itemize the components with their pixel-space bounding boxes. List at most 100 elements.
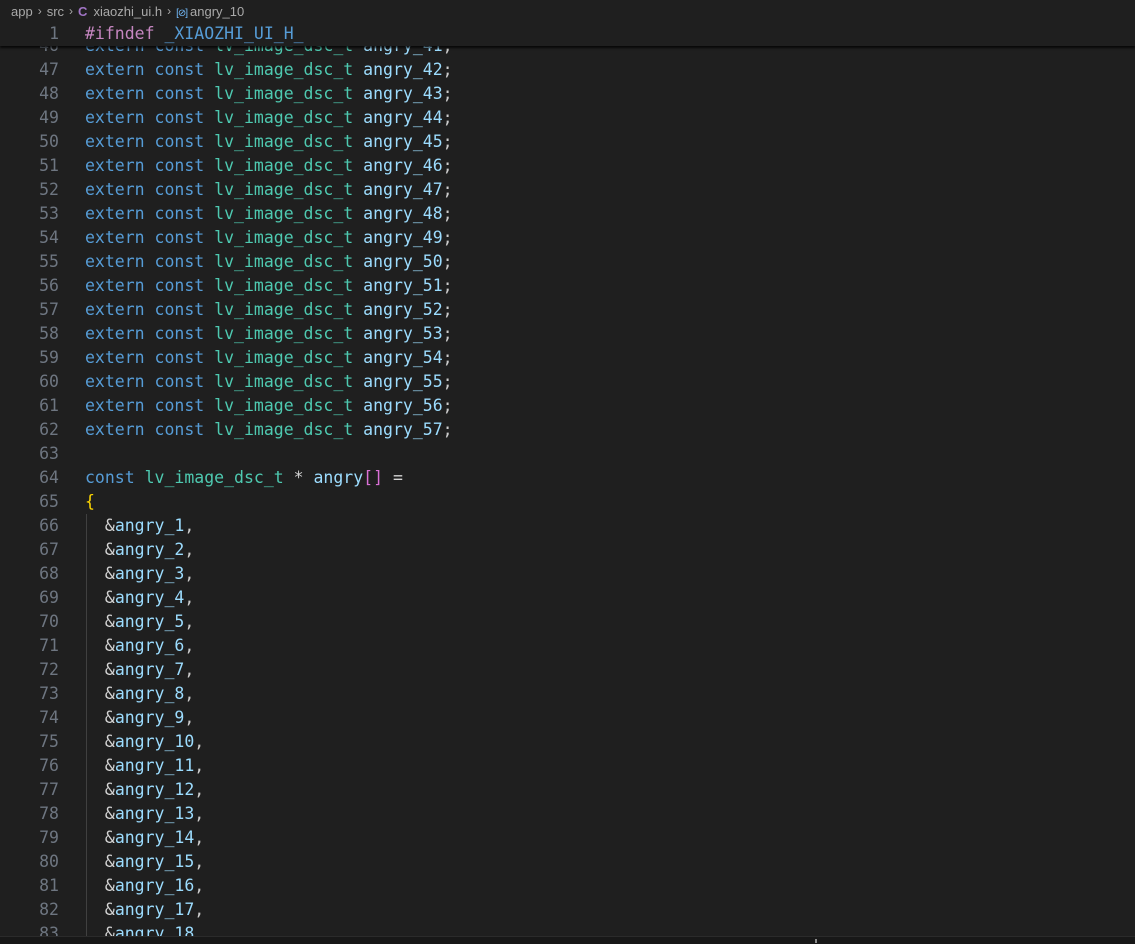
code-token: _XIAOZHI_UI_H_ bbox=[164, 24, 304, 43]
code-token: const bbox=[154, 324, 205, 343]
code-token: , bbox=[194, 876, 205, 895]
code-line[interactable]: 55 extern const lv_image_dsc_t angry_50; bbox=[0, 250, 1135, 274]
breadcrumb-item-angry-10[interactable]: [⊘] angry_10 bbox=[176, 4, 244, 19]
line-number: 69 bbox=[39, 588, 59, 607]
code-token: lv_image_dsc_t bbox=[214, 396, 354, 415]
code-token: angry_8 bbox=[114, 684, 185, 703]
sticky-scroll-header[interactable]: 1 #ifndef _XIAOZHI_UI_H_ bbox=[0, 22, 1135, 46]
line-number: 80 bbox=[39, 852, 59, 871]
code-token: angry_18 bbox=[114, 924, 195, 936]
line-number: 81 bbox=[39, 876, 59, 895]
code-line[interactable]: 58 extern const lv_image_dsc_t angry_53; bbox=[0, 322, 1135, 346]
code-line[interactable]: 75 &angry_10, bbox=[0, 730, 1135, 754]
code-line[interactable]: 52 extern const lv_image_dsc_t angry_47; bbox=[0, 178, 1135, 202]
code-line[interactable]: 63 bbox=[0, 442, 1135, 466]
code-line[interactable]: 66 &angry_1, bbox=[0, 514, 1135, 538]
breadcrumb-separator-chevron-icon: › bbox=[37, 4, 42, 18]
code-token: const bbox=[154, 276, 205, 295]
code-line[interactable]: 67 &angry_2, bbox=[0, 538, 1135, 562]
code-token: angry_55 bbox=[363, 372, 443, 391]
code-line[interactable]: 76 &angry_11, bbox=[0, 754, 1135, 778]
code-line[interactable]: 69 &angry_4, bbox=[0, 586, 1135, 610]
code-line[interactable]: 79 &angry_14, bbox=[0, 826, 1135, 850]
code-token: , bbox=[194, 780, 205, 799]
code-token: lv_image_dsc_t bbox=[214, 348, 354, 367]
code-text: extern const lv_image_dsc_t angry_56; bbox=[85, 394, 453, 418]
code-editor[interactable]: 46extern const lv_image_dsc_t angry_41;4… bbox=[0, 22, 1135, 936]
code-text: extern const lv_image_dsc_t angry_57; bbox=[85, 418, 453, 442]
code-line[interactable]: 57 extern const lv_image_dsc_t angry_52; bbox=[0, 298, 1135, 322]
code-token: lv_image_dsc_t bbox=[214, 204, 354, 223]
code-token: & bbox=[85, 924, 115, 936]
code-line[interactable]: 56 extern const lv_image_dsc_t angry_51; bbox=[0, 274, 1135, 298]
code-line[interactable]: 72 &angry_7, bbox=[0, 658, 1135, 682]
code-token: angry_56 bbox=[363, 396, 443, 415]
code-token: lv_image_dsc_t bbox=[214, 228, 354, 247]
code-token: angry_4 bbox=[114, 588, 185, 607]
code-token: ; bbox=[442, 180, 453, 199]
breadcrumb-item-src[interactable]: src bbox=[47, 4, 64, 19]
code-line[interactable]: 53 extern const lv_image_dsc_t angry_48; bbox=[0, 202, 1135, 226]
code-line[interactable]: 60 extern const lv_image_dsc_t angry_55; bbox=[0, 370, 1135, 394]
code-token: angry bbox=[313, 468, 364, 487]
code-line[interactable]: 80 &angry_15, bbox=[0, 850, 1135, 874]
breadcrumb-item-app[interactable]: app bbox=[11, 4, 33, 19]
code-line[interactable]: 65 { bbox=[0, 490, 1135, 514]
code-line[interactable]: 83 &angry_18, bbox=[0, 922, 1135, 936]
code-token: const bbox=[154, 228, 205, 247]
code-token: lv_image_dsc_t bbox=[214, 372, 354, 391]
code-text: extern const lv_image_dsc_t angry_48; bbox=[85, 202, 453, 226]
code-line[interactable]: 68 &angry_3, bbox=[0, 562, 1135, 586]
line-number: 71 bbox=[39, 636, 59, 655]
code-line[interactable]: 54 extern const lv_image_dsc_t angry_49; bbox=[0, 226, 1135, 250]
code-token: extern bbox=[85, 156, 145, 175]
code-line[interactable]: 49 extern const lv_image_dsc_t angry_44; bbox=[0, 106, 1135, 130]
code-token: const bbox=[154, 156, 205, 175]
code-text: extern const lv_image_dsc_t angry_52; bbox=[85, 298, 453, 322]
line-number: 64 bbox=[39, 468, 59, 487]
code-line[interactable]: 64 const lv_image_dsc_t * angry[] = bbox=[0, 466, 1135, 490]
code-token: = bbox=[383, 468, 403, 487]
code-token: , bbox=[194, 852, 205, 871]
code-line[interactable]: 74 &angry_9, bbox=[0, 706, 1135, 730]
code-line[interactable]: 73 &angry_8, bbox=[0, 682, 1135, 706]
code-line[interactable]: 71 &angry_6, bbox=[0, 634, 1135, 658]
line-number: 54 bbox=[39, 228, 59, 247]
code-text: &angry_1, bbox=[85, 514, 194, 538]
code-token: lv_image_dsc_t bbox=[214, 300, 354, 319]
code-token: & bbox=[85, 588, 115, 607]
code-line[interactable]: 77 &angry_12, bbox=[0, 778, 1135, 802]
code-token: { bbox=[85, 492, 95, 511]
code-text: extern const lv_image_dsc_t angry_53; bbox=[85, 322, 453, 346]
code-line[interactable]: 47 extern const lv_image_dsc_t angry_42; bbox=[0, 58, 1135, 82]
code-line[interactable]: 70 &angry_5, bbox=[0, 610, 1135, 634]
code-token: extern bbox=[85, 348, 145, 367]
line-number: 83 bbox=[39, 924, 59, 936]
code-token: & bbox=[85, 660, 115, 679]
code-line[interactable]: 78 &angry_13, bbox=[0, 802, 1135, 826]
code-token: #ifndef bbox=[85, 24, 155, 43]
code-line[interactable]: 59 extern const lv_image_dsc_t angry_54; bbox=[0, 346, 1135, 370]
code-token: const bbox=[154, 132, 205, 151]
line-number: 76 bbox=[39, 756, 59, 775]
code-line[interactable]: 61 extern const lv_image_dsc_t angry_56; bbox=[0, 394, 1135, 418]
code-line[interactable]: 81 &angry_16, bbox=[0, 874, 1135, 898]
code-line[interactable]: 51 extern const lv_image_dsc_t angry_46; bbox=[0, 154, 1135, 178]
code-line[interactable]: 48 extern const lv_image_dsc_t angry_43; bbox=[0, 82, 1135, 106]
code-text: &angry_5, bbox=[85, 610, 194, 634]
code-token: ; bbox=[442, 132, 453, 151]
breadcrumb-item-xiaozhi-ui-h[interactable]: Cxiaozhi_ui.h bbox=[78, 4, 162, 19]
code-line[interactable]: 50 extern const lv_image_dsc_t angry_45; bbox=[0, 130, 1135, 154]
code-line[interactable]: 62 extern const lv_image_dsc_t angry_57; bbox=[0, 418, 1135, 442]
code-line[interactable]: 82 &angry_17, bbox=[0, 898, 1135, 922]
line-number: 82 bbox=[39, 900, 59, 919]
